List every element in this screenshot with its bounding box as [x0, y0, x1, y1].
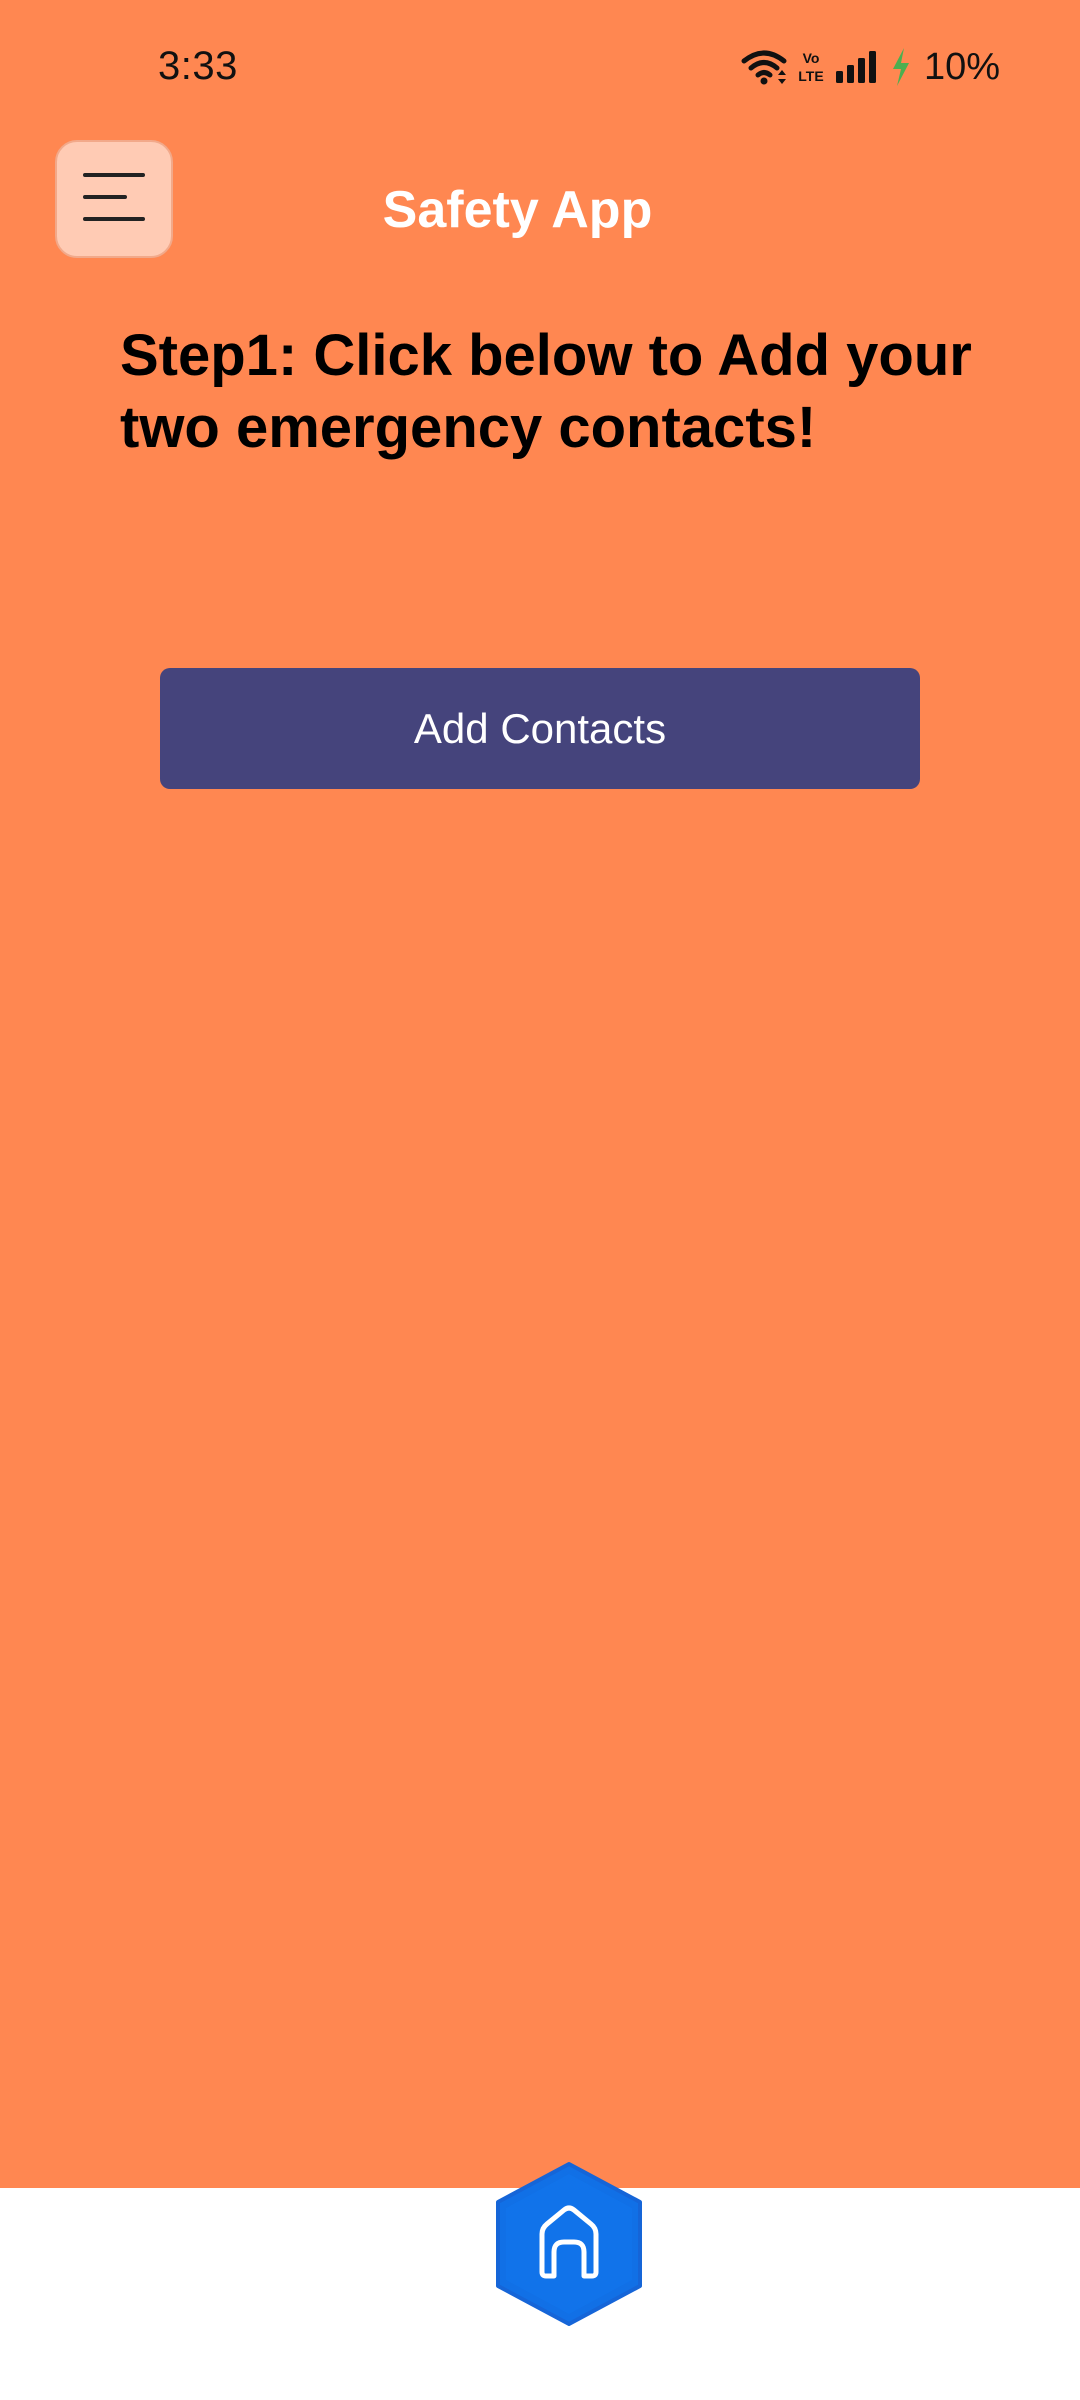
svg-text:Vo: Vo	[803, 50, 820, 66]
battery-percentage: 10%	[923, 45, 1000, 88]
status-time: 3:33	[158, 44, 238, 88]
home-button[interactable]	[492, 2160, 646, 2328]
instruction-text: Step1: Click below to Add your two emerg…	[120, 323, 972, 460]
app-title: Safety App	[382, 181, 653, 239]
status-bar: 3:33 Vo LTE 10%	[0, 0, 1080, 140]
home-icon	[496, 2162, 642, 2326]
volte-icon: Vo LTE	[798, 48, 824, 86]
status-icons: Vo LTE 10%	[740, 42, 1000, 92]
signal-icon	[834, 49, 880, 85]
screen: 3:33 Vo LTE 10% Safety App Step1: Click …	[0, 0, 1080, 2400]
charging-bolt-icon	[890, 47, 912, 87]
add-contacts-button[interactable]: Add Contacts	[160, 668, 920, 789]
svg-text:LTE: LTE	[798, 68, 823, 84]
wifi-icon	[740, 47, 788, 87]
